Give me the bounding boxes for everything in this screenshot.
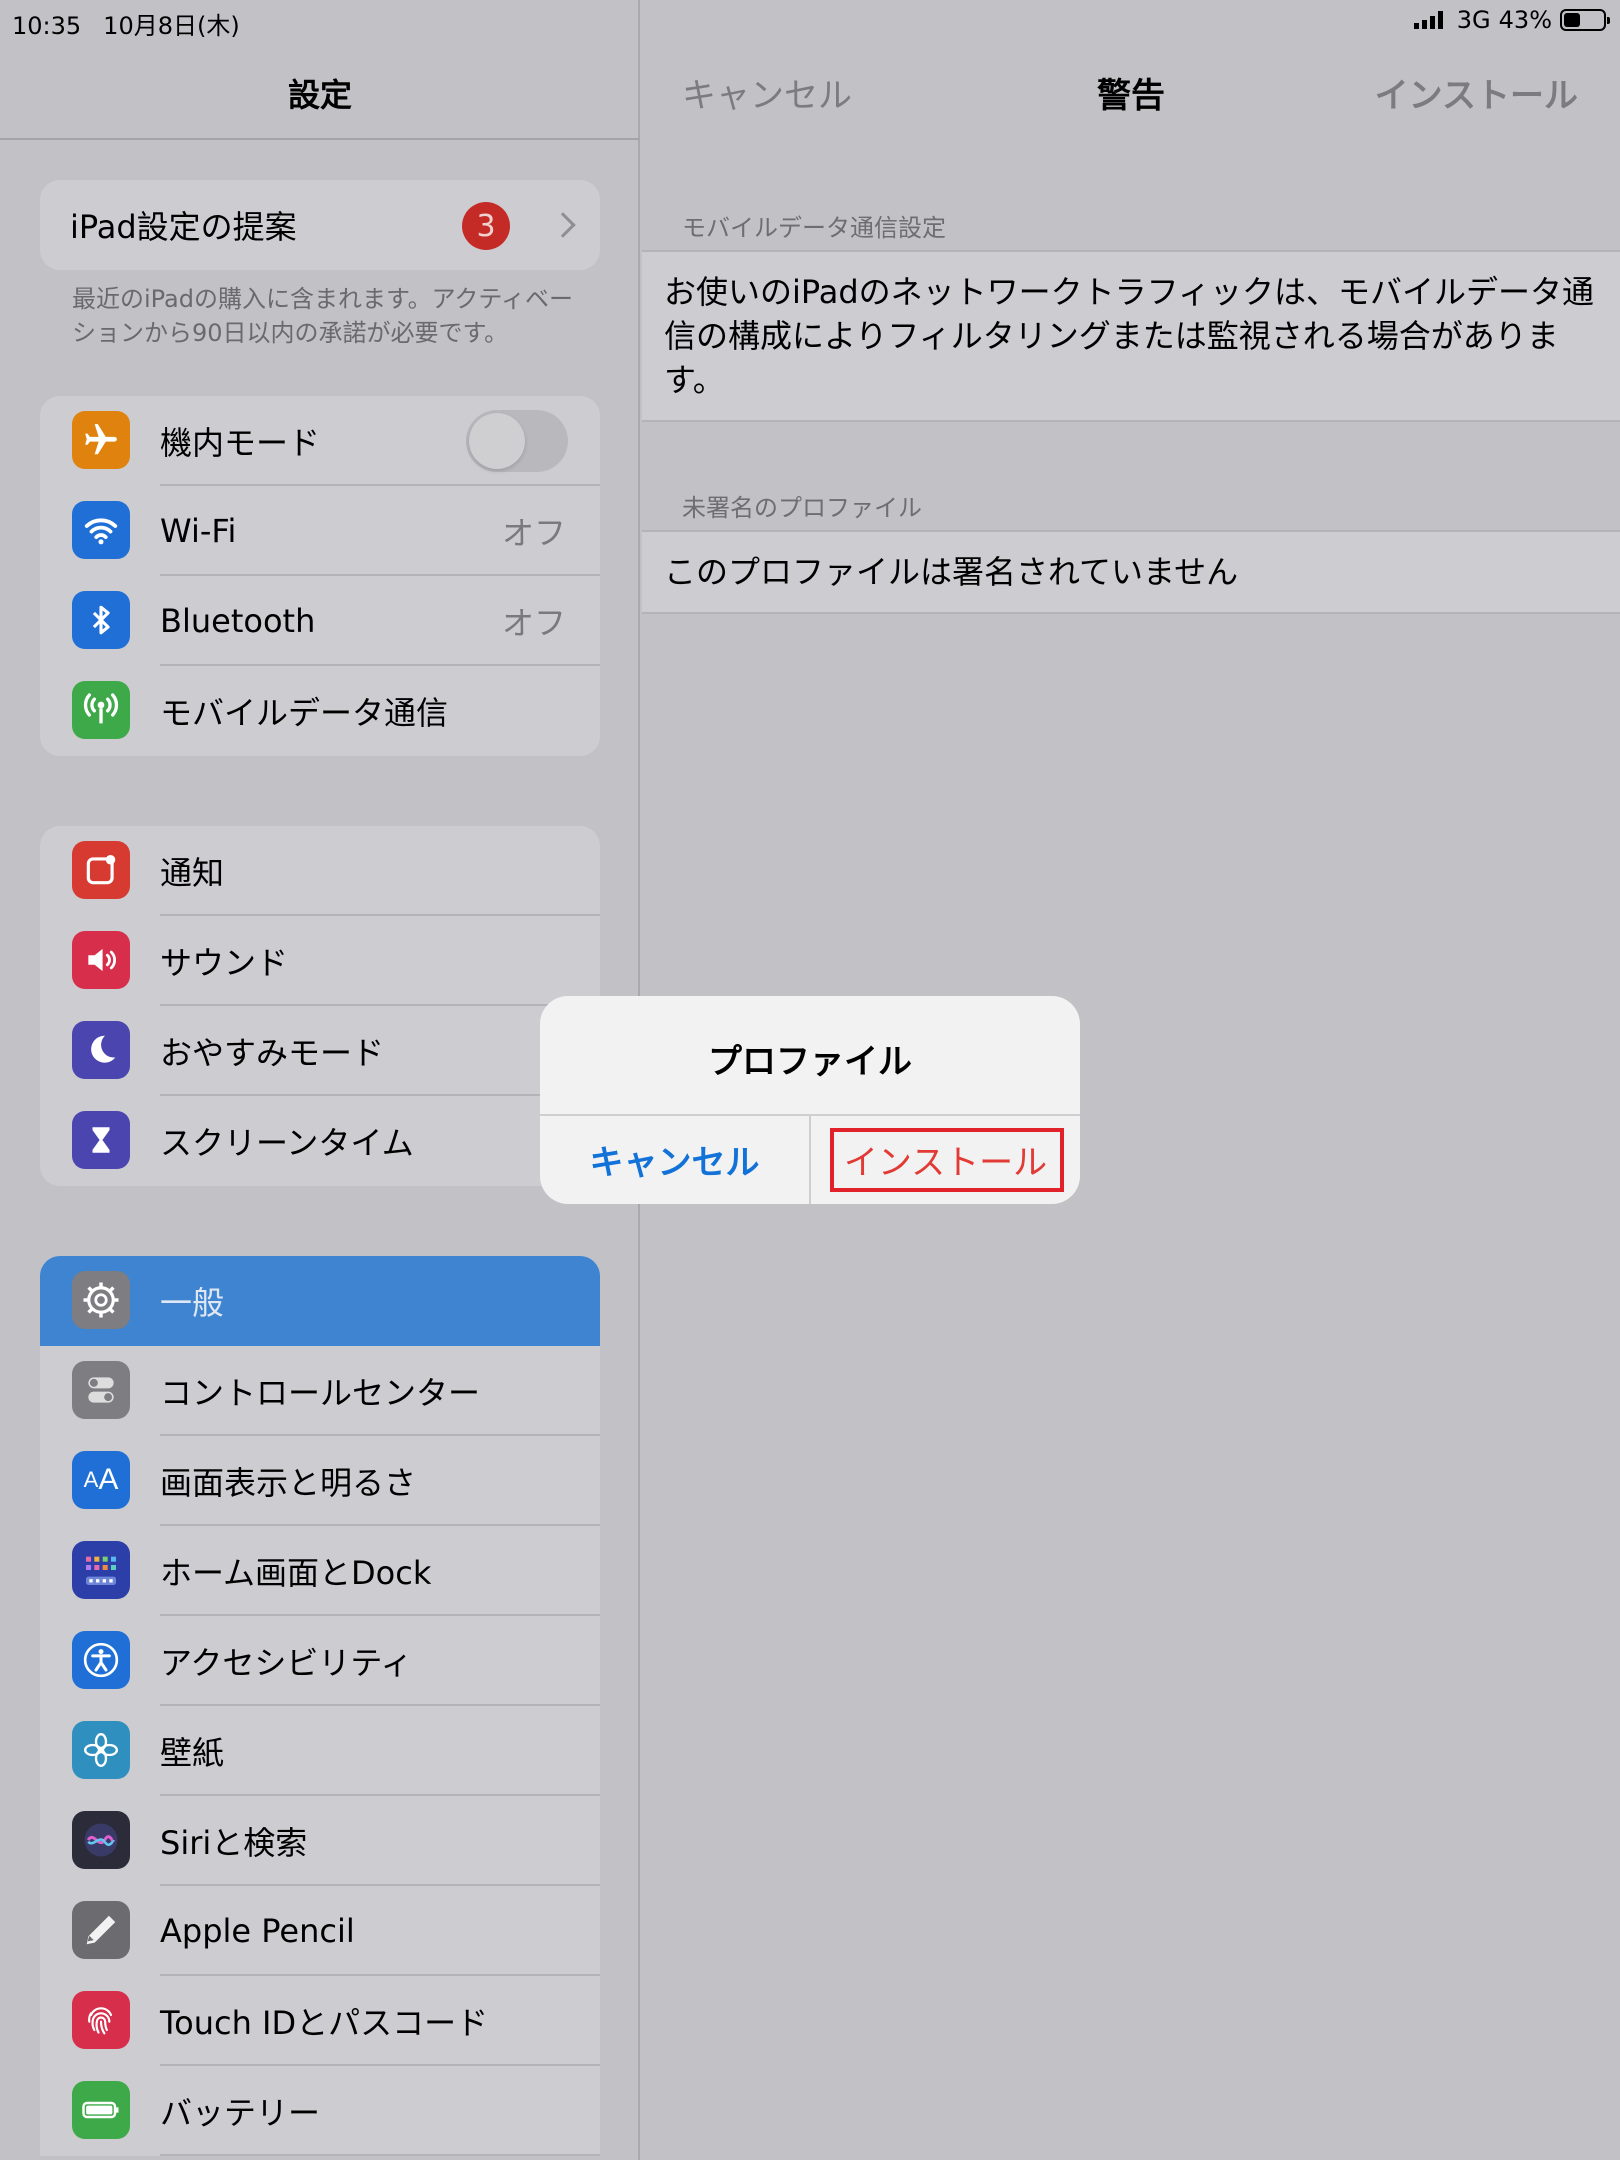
sidebar-item-label: ホーム画面とDock bbox=[160, 1554, 432, 1592]
moon-icon bbox=[72, 1021, 130, 1079]
sidebar-item-label: サウンド bbox=[160, 944, 289, 982]
status-time: 10:35 bbox=[12, 12, 82, 40]
sidebar-item-do-not-disturb[interactable]: おやすみモード bbox=[40, 1006, 600, 1096]
sidebar-item-label: Bluetooth bbox=[160, 602, 316, 640]
pencil-icon bbox=[72, 1901, 130, 1959]
sidebar-item-screen-time[interactable]: スクリーンタイム bbox=[40, 1096, 600, 1186]
bluetooth-status: オフ bbox=[501, 604, 566, 642]
sidebar-item-label: Wi-Fi bbox=[160, 512, 237, 550]
detail-nav-bar: キャンセル 警告 インストール bbox=[642, 40, 1620, 140]
wifi-status: オフ bbox=[501, 514, 566, 552]
sidebar-item-label: 通知 bbox=[160, 854, 225, 892]
status-bar: 10:35 10月8日(木) 3G 43% bbox=[0, 0, 1620, 40]
sidebar-item-apple-pencil[interactable]: Apple Pencil bbox=[40, 1886, 600, 1976]
bluetooth-icon bbox=[72, 591, 130, 649]
suggestion-group: iPad設定の提案 3 bbox=[40, 180, 600, 270]
sidebar-header: 設定 bbox=[0, 40, 640, 140]
cellular-section-header: モバイルデータ通信設定 bbox=[682, 214, 946, 242]
sidebar-item-airplane[interactable]: 機内モード bbox=[40, 396, 600, 486]
sidebar-item-label: アクセシビリティ bbox=[160, 1644, 413, 1682]
status-date: 10月8日(木) bbox=[103, 12, 240, 40]
sidebar-item-siri[interactable]: Siriと検索 bbox=[40, 1796, 600, 1886]
chevron-right-icon bbox=[550, 212, 576, 238]
sidebar-item-label: 画面表示と明るさ bbox=[160, 1464, 417, 1502]
home-grid-icon bbox=[72, 1541, 130, 1599]
airplane-icon bbox=[72, 411, 130, 469]
antenna-icon bbox=[72, 681, 130, 739]
sidebar-item-notifications[interactable]: 通知 bbox=[40, 826, 600, 916]
sidebar-item-general[interactable]: 一般 bbox=[40, 1256, 600, 1346]
connectivity-group: 機内モード Wi-Fi オフ Bluetooth オフ モバイルデータ通信 bbox=[40, 396, 600, 756]
sidebar-item-label: スクリーンタイム bbox=[160, 1124, 414, 1162]
sidebar-item-label: Apple Pencil bbox=[160, 1912, 355, 1950]
sidebar-item-wallpaper[interactable]: 壁紙 bbox=[40, 1706, 600, 1796]
flower-icon bbox=[72, 1721, 130, 1779]
battery-icon bbox=[72, 2081, 130, 2139]
ipad-suggestion-row[interactable]: iPad設定の提案 3 bbox=[40, 180, 600, 270]
signal-icon bbox=[1413, 11, 1443, 29]
sidebar-item-cellular[interactable]: モバイルデータ通信 bbox=[40, 666, 600, 756]
dialog-cancel-button[interactable]: キャンセル bbox=[540, 1114, 809, 1204]
wifi-icon bbox=[72, 501, 130, 559]
sidebar-item-wifi[interactable]: Wi-Fi オフ bbox=[40, 486, 600, 576]
network-type: 3G bbox=[1456, 6, 1491, 34]
unsigned-warning-text: このプロファイルは署名されていません bbox=[642, 530, 1620, 614]
sidebar-item-control-center[interactable]: コントロールセンター bbox=[40, 1346, 600, 1436]
sidebar-item-label: おやすみモード bbox=[160, 1034, 385, 1072]
sidebar-item-sounds[interactable]: サウンド bbox=[40, 916, 600, 1006]
battery-status-icon bbox=[1560, 9, 1610, 31]
sidebar-title: 設定 bbox=[287, 76, 352, 114]
sidebar-item-battery[interactable]: バッテリー bbox=[40, 2066, 600, 2156]
dialog-title: プロファイル bbox=[708, 1042, 912, 1082]
sidebar-item-bluetooth[interactable]: Bluetooth オフ bbox=[40, 576, 600, 666]
notification-group: 通知 サウンド おやすみモード スクリーンタイム bbox=[40, 826, 600, 1186]
airplane-toggle[interactable] bbox=[466, 410, 568, 472]
switches-icon bbox=[72, 1361, 130, 1419]
hourglass-icon bbox=[72, 1111, 130, 1169]
sidebar-item-display[interactable]: AA 画面表示と明るさ bbox=[40, 1436, 600, 1526]
sidebar-item-label: モバイルデータ通信 bbox=[160, 694, 449, 732]
gear-icon bbox=[72, 1271, 130, 1329]
cellular-warning-text: お使いのiPadのネットワークトラフィックは、モバイルデータ通信の構成によりフィ… bbox=[642, 250, 1620, 422]
suggestion-label: iPad設定の提案 bbox=[70, 208, 297, 246]
suggestion-note: 最近のiPadの購入に含まれます。アクティベーションから90日以内の承諾が必要で… bbox=[72, 285, 573, 347]
suggestion-badge: 3 bbox=[462, 202, 510, 250]
fingerprint-icon bbox=[72, 1991, 130, 2049]
sidebar-item-label: 一般 bbox=[160, 1284, 225, 1322]
accessibility-icon bbox=[72, 1631, 130, 1689]
sidebar-item-label: Siriと検索 bbox=[160, 1824, 308, 1862]
speaker-icon bbox=[72, 931, 130, 989]
sidebar-item-label: 機内モード bbox=[160, 424, 321, 462]
general-group: 一般 コントロールセンター AA 画面表示と明るさ ホーム画面とDock アクセ… bbox=[40, 1256, 600, 2156]
sidebar-item-home-screen[interactable]: ホーム画面とDock bbox=[40, 1526, 600, 1616]
sidebar-item-label: コントロールセンター bbox=[160, 1374, 481, 1412]
install-highlight-box bbox=[830, 1128, 1064, 1192]
siri-icon bbox=[72, 1811, 130, 1869]
notification-icon bbox=[72, 841, 130, 899]
unsigned-section-header: 未署名のプロファイル bbox=[682, 494, 922, 522]
battery-percent: 43% bbox=[1498, 6, 1552, 34]
text-size-icon: AA bbox=[72, 1451, 130, 1509]
sidebar-item-label: Touch IDとパスコード bbox=[160, 2004, 489, 2042]
profile-alert-dialog: プロファイル キャンセル インストール bbox=[540, 996, 1080, 1204]
sidebar-item-accessibility[interactable]: アクセシビリティ bbox=[40, 1616, 600, 1706]
sidebar-item-label: 壁紙 bbox=[160, 1734, 225, 1772]
sidebar-item-touch-id[interactable]: Touch IDとパスコード bbox=[40, 1976, 600, 2066]
nav-install-button[interactable]: インストール bbox=[1375, 68, 1578, 117]
sidebar-item-label: バッテリー bbox=[160, 2094, 321, 2132]
